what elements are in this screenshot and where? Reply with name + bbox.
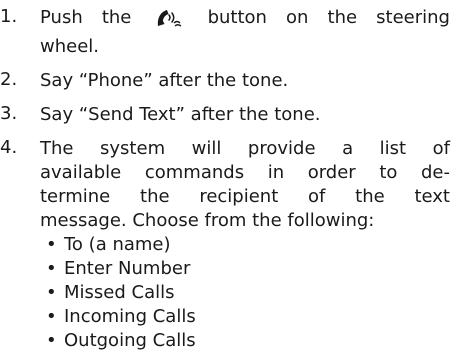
step-number: 2. xyxy=(0,69,18,90)
list-item: • To (a name) xyxy=(42,233,450,257)
list-item: • Outgoing Calls xyxy=(42,329,450,353)
bullet-icon: • xyxy=(46,258,57,279)
step-number: 1. xyxy=(0,6,18,27)
steps-list: 1. Push the button on the steering wheel… xyxy=(0,6,450,353)
step-4: 4. The system will provide a list of ava… xyxy=(0,137,450,353)
list-item: • Enter Number xyxy=(42,257,450,281)
step-3: 3. Say “Send Text” after the tone. xyxy=(0,103,450,127)
step-1-line-1: Push the button on the steering xyxy=(40,6,450,35)
option-label: To (a name) xyxy=(64,234,171,255)
phone-voice-icon xyxy=(155,8,183,35)
option-label: Incoming Calls xyxy=(64,306,196,327)
option-label: Missed Calls xyxy=(64,282,175,303)
step-1-line-2: wheel. xyxy=(40,36,100,57)
step-4-line-2: available commands in order to de- xyxy=(40,162,450,183)
step-1-text-before-icon: Push the xyxy=(40,7,132,28)
list-item: • Missed Calls xyxy=(42,281,450,305)
step-2: 2. Say “Phone” after the tone. xyxy=(0,69,450,93)
step-4-line-1: The system will provide a list of xyxy=(40,138,450,159)
step-4-line-3: termine the recipient of the text xyxy=(40,186,450,207)
step-1: 1. Push the button on the steering wheel… xyxy=(0,6,450,59)
list-item: • Incoming Calls xyxy=(42,305,450,329)
option-label: Outgoing Calls xyxy=(64,330,196,351)
bullet-icon: • xyxy=(46,330,57,351)
option-label: Enter Number xyxy=(64,258,191,279)
bullet-icon: • xyxy=(46,282,57,303)
step-number: 3. xyxy=(0,103,18,124)
step-4-line-4: message. Choose from the following: xyxy=(40,210,375,231)
bullet-icon: • xyxy=(46,234,57,255)
step-number: 4. xyxy=(0,137,18,158)
step-3-text: Say “Send Text” after the tone. xyxy=(40,104,321,125)
command-options-list: • To (a name) • Enter Number • Missed Calls… xyxy=(40,233,450,353)
bullet-icon: • xyxy=(46,306,57,327)
instructions-page: 1. Push the button on the steering wheel… xyxy=(0,0,456,351)
step-2-text: Say “Phone” after the tone. xyxy=(40,70,289,91)
step-1-text-after-icon: button on the steering xyxy=(207,7,450,28)
